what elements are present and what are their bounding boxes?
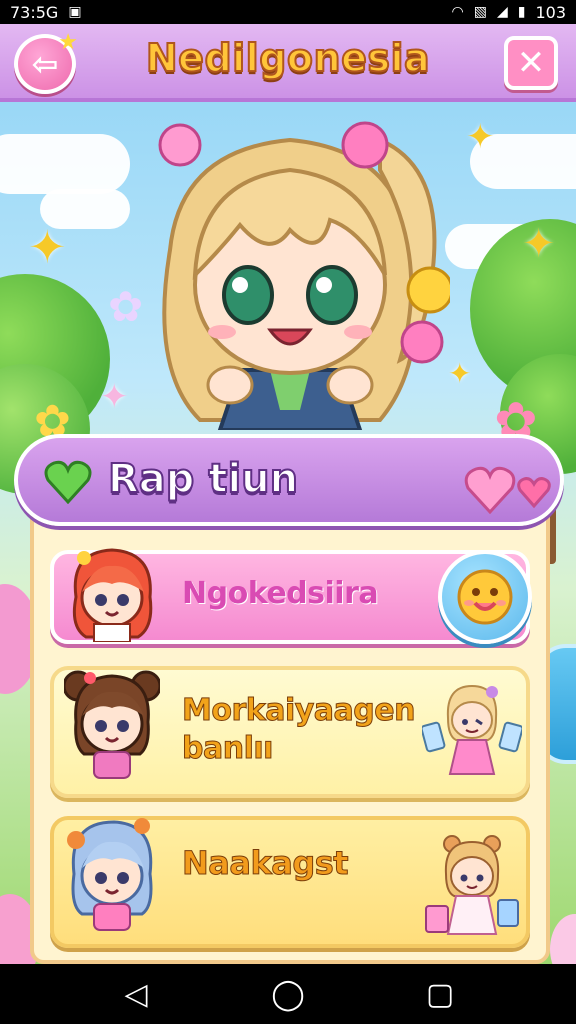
close-button[interactable]: ✕ — [504, 36, 558, 90]
smiley-icon — [457, 569, 513, 625]
label-line-1: Morkaiyaagen — [182, 693, 416, 729]
star-icon: ★ — [58, 30, 78, 55]
pink-bush — [550, 914, 576, 964]
avatar-blue-hair — [67, 818, 153, 931]
panel-header: Rap tiun — [14, 434, 564, 526]
green-heart-icon — [44, 460, 92, 504]
avatar-brown-hair — [64, 670, 160, 779]
battery-icon: ▮ — [517, 4, 526, 20]
vibrate-icon: ▧ — [473, 4, 487, 20]
back-button[interactable]: ⇦ ★ — [14, 30, 78, 94]
label-line-2: banlıı — [182, 731, 274, 767]
page-title: Nedilgonesia — [145, 35, 431, 81]
sparkle-icon: ✦ — [466, 117, 495, 157]
cloud — [0, 134, 130, 194]
nav-back-button[interactable]: ◁ — [106, 977, 166, 1012]
nav-home-button[interactable]: ◯ — [258, 977, 318, 1012]
menu-item-3[interactable]: Naakagst — [50, 816, 530, 948]
notification-icon: ▣ — [68, 4, 82, 20]
back-arrow-icon: ⇦ — [31, 45, 59, 83]
close-icon: ✕ — [516, 43, 546, 83]
system-nav-bar: ◁ ◯ ▢ — [0, 964, 576, 1024]
menu-item-2[interactable]: Morkaiyaagen banlıı — [50, 666, 530, 798]
pink-hearts-icon — [464, 466, 551, 514]
sparkle-icon: ✦ — [28, 220, 67, 274]
signal-icon: ◢ — [496, 4, 508, 20]
avatar-red-hair — [72, 548, 153, 642]
status-time: 73:5G — [10, 2, 59, 22]
hero-character — [158, 121, 450, 430]
nav-recents-button[interactable]: ▢ — [410, 977, 470, 1012]
battery-level: 103 — [535, 2, 566, 22]
menu-item-1[interactable]: Ngokedsiira — [50, 548, 532, 644]
menu-item-label: Morkaiyaagen banlıı — [182, 692, 416, 768]
header-bar: ⇦ ★ Nedilgonesia ✕ — [0, 24, 576, 102]
wifi-icon: ◠ — [451, 4, 464, 20]
status-bar: 73:5G ▣ ◠ ▧ ◢ ▮ 103 — [0, 0, 576, 24]
smiley-button[interactable] — [438, 550, 532, 644]
mini-character-cards — [422, 684, 522, 775]
menu-item-label: Ngokedsiira — [182, 576, 379, 611]
panel-title: Rap tiun — [107, 455, 299, 503]
sparkle-icon: ✦ — [448, 357, 472, 390]
sparkle-icon: ✦ — [522, 221, 556, 267]
mini-character-books — [425, 835, 519, 935]
sparkle-icon: ✦ — [100, 377, 129, 417]
menu-item-label: Naakagst — [181, 844, 349, 883]
